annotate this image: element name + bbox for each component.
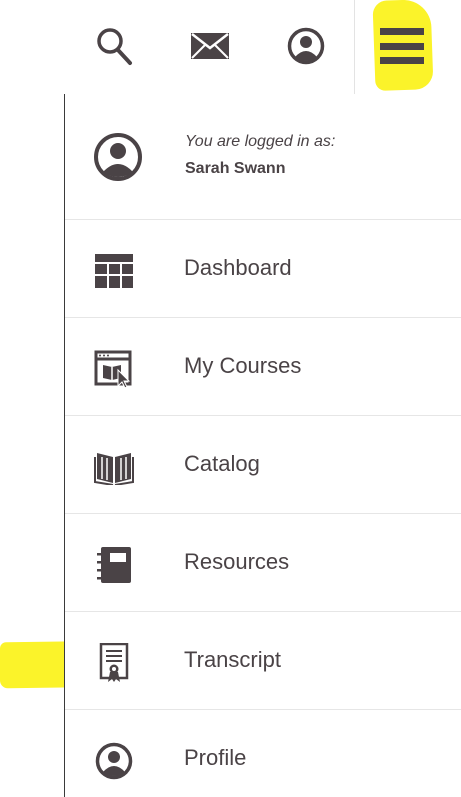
menu-item-label: My Courses: [184, 353, 302, 378]
my-courses-icon: [94, 350, 132, 388]
menu-item-label: Profile: [184, 745, 247, 770]
menu-item-transcript[interactable]: Transcript: [65, 612, 461, 710]
hamburger-menu-button[interactable]: [378, 24, 426, 68]
catalog-book-icon: [94, 453, 134, 485]
dashboard-grid-icon: [95, 254, 133, 288]
menu-item-my-courses[interactable]: My Courses: [65, 318, 461, 416]
account-icon: [287, 27, 325, 65]
menu-item-label: Resources: [184, 549, 290, 574]
search-icon: [97, 28, 132, 65]
account-button[interactable]: [284, 22, 328, 70]
menu-item-profile[interactable]: Profile: [65, 710, 461, 797]
navigation-drawer: You are logged in as: Sarah Swann Dashbo…: [64, 94, 461, 797]
mail-button[interactable]: [188, 22, 232, 70]
mail-icon: [191, 33, 229, 59]
user-info: You are logged in as: Sarah Swann: [65, 94, 461, 220]
menu-item-label: Dashboard: [184, 255, 292, 280]
menu-item-resources[interactable]: Resources: [65, 514, 461, 612]
top-bar: [0, 0, 461, 94]
logged-in-label: You are logged in as:: [185, 133, 336, 150]
search-button[interactable]: [92, 22, 136, 70]
menu-item-label: Catalog: [184, 451, 260, 476]
transcript-certificate-icon: [99, 643, 129, 682]
menu-item-catalog[interactable]: Catalog: [65, 416, 461, 514]
avatar-icon: [94, 133, 142, 181]
hamburger-menu-icon: [380, 28, 424, 64]
user-name: Sarah Swann: [185, 160, 286, 177]
resources-notebook-icon: [97, 547, 131, 583]
menu-item-label: Transcript: [184, 647, 281, 672]
menu-item-dashboard[interactable]: Dashboard: [65, 220, 461, 318]
profile-avatar-icon: [95, 742, 133, 780]
